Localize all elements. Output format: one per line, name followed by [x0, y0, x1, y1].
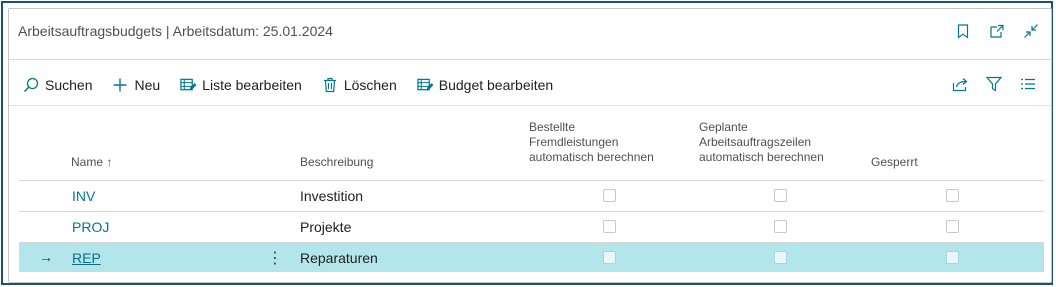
- open-new-window-icon[interactable]: [989, 23, 1005, 39]
- column-header-description[interactable]: Beschreibung: [300, 155, 373, 170]
- window-frame: Arbeitsauftragsbudgets | Arbeitsdatum: 2…: [1, 1, 1053, 285]
- column-header-blocked[interactable]: Gesperrt: [871, 155, 918, 170]
- column-header-name[interactable]: Name ↑: [71, 155, 112, 170]
- column-header-planned-auto[interactable]: Geplante Arbeitsauftragszeilen automatis…: [699, 120, 824, 165]
- toolbar-divider: [9, 105, 1051, 106]
- delete-label: Löschen: [343, 77, 397, 93]
- plus-icon: [112, 77, 128, 93]
- column-header-planned-line1: Geplante: [699, 120, 748, 134]
- edit-budget-label: Budget bearbeiten: [438, 77, 554, 93]
- action-bar: Suchen Neu Liste bearbeiten Löschen Budg…: [23, 75, 573, 95]
- blocked-checkbox[interactable]: [946, 189, 959, 202]
- column-header-ordered-line3: automatisch berechnen: [529, 150, 654, 164]
- blocked-checkbox[interactable]: [946, 251, 959, 264]
- column-header-ordered-auto[interactable]: Bestellte Fremdleistungen automatisch be…: [529, 120, 654, 165]
- page-title: Arbeitsauftragsbudgets | Arbeitsdatum: 2…: [18, 23, 333, 39]
- search-icon: [23, 77, 39, 93]
- title-divider: [9, 59, 1051, 60]
- row-description: Projekte: [300, 219, 352, 235]
- list-page: Arbeitsauftragsbudgets | Arbeitsdatum: 2…: [8, 8, 1052, 283]
- share-icon[interactable]: [951, 75, 969, 93]
- table-row[interactable]: PROJ Projekte: [19, 211, 1044, 241]
- ordered-auto-checkbox[interactable]: [603, 220, 616, 233]
- column-header-ordered-line2: Fremdleistungen: [529, 135, 619, 149]
- column-header-ordered-line1: Bestellte: [529, 120, 576, 134]
- table-row[interactable]: INV Investition: [19, 180, 1044, 210]
- trash-icon: [322, 77, 338, 93]
- ordered-auto-checkbox[interactable]: [603, 251, 616, 264]
- table-row-selected[interactable]: → REP ⋮ Reparaturen: [19, 242, 1044, 272]
- planned-auto-checkbox[interactable]: [774, 220, 787, 233]
- row-description: Investition: [300, 188, 364, 204]
- column-header-planned-line2: Arbeitsauftragszeilen: [699, 135, 812, 149]
- new-label: Neu: [134, 77, 161, 93]
- planned-auto-checkbox[interactable]: [774, 189, 787, 202]
- blocked-checkbox[interactable]: [946, 220, 959, 233]
- row-name-link[interactable]: REP: [72, 250, 101, 266]
- new-button[interactable]: Neu: [112, 77, 160, 93]
- delete-button[interactable]: Löschen: [322, 77, 397, 93]
- filter-icon[interactable]: [985, 75, 1003, 93]
- row-description: Reparaturen: [300, 250, 378, 266]
- search-button[interactable]: Suchen: [23, 77, 92, 93]
- planned-auto-checkbox[interactable]: [774, 251, 787, 264]
- list-view-icon[interactable]: [1019, 75, 1037, 93]
- row-name-link[interactable]: INV: [72, 188, 95, 204]
- edit-list-button[interactable]: Liste bearbeiten: [180, 77, 302, 93]
- edit-list-label: Liste bearbeiten: [202, 77, 302, 93]
- ordered-auto-checkbox[interactable]: [603, 189, 616, 202]
- view-actions: [951, 75, 1037, 93]
- row-more-options-icon[interactable]: ⋮: [267, 248, 283, 268]
- search-label: Suchen: [45, 77, 93, 93]
- window-actions: [955, 23, 1039, 39]
- edit-list-icon: [180, 77, 197, 93]
- collapse-icon[interactable]: [1023, 23, 1039, 39]
- edit-budget-icon: [417, 77, 433, 93]
- edit-budget-button[interactable]: Budget bearbeiten: [417, 77, 553, 93]
- row-marker-arrow-icon: →: [39, 249, 53, 265]
- column-header-planned-line3: automatisch berechnen: [699, 150, 824, 164]
- row-name-link[interactable]: PROJ: [72, 219, 109, 235]
- bookmark-icon[interactable]: [955, 23, 971, 39]
